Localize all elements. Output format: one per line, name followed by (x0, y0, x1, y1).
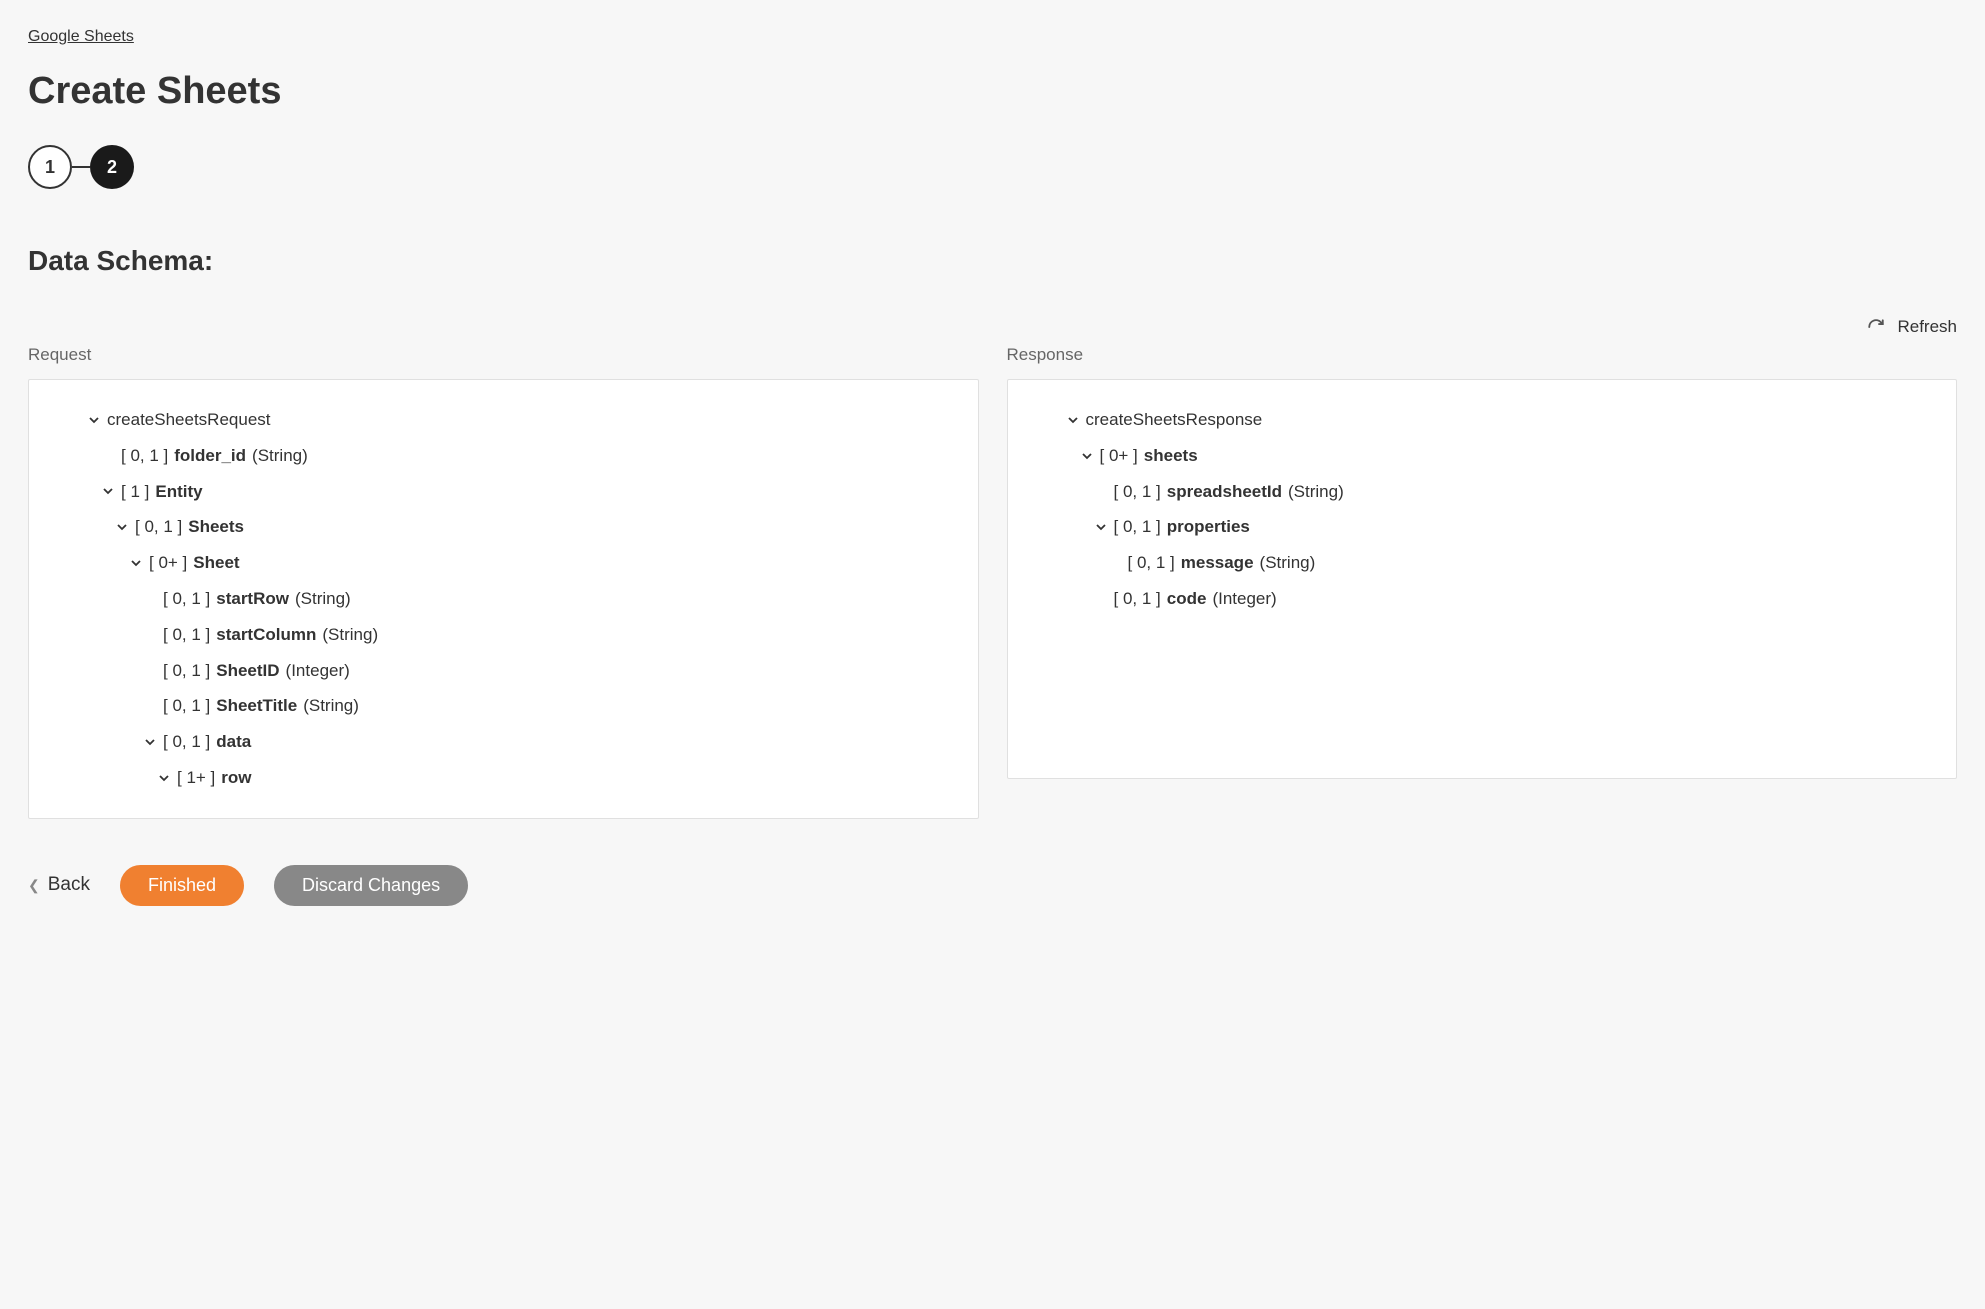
field-name: sheets (1144, 444, 1198, 468)
field-type: (String) (1260, 551, 1316, 575)
tree-node-leaf[interactable]: [ 0, 1 ] startRow (String) (49, 581, 958, 617)
chevron-down-icon[interactable] (115, 520, 129, 534)
refresh-icon (1867, 318, 1885, 336)
breadcrumb-link[interactable]: Google Sheets (28, 28, 134, 46)
tree-node-root[interactable]: createSheetsResponse (1028, 402, 1937, 438)
step-2[interactable]: 2 (90, 145, 134, 189)
finished-button[interactable]: Finished (120, 865, 244, 906)
tree-node-leaf[interactable]: [ 0, 1 ] SheetID (Integer) (49, 653, 958, 689)
chevron-down-icon[interactable] (87, 413, 101, 427)
chevron-down-icon[interactable] (129, 556, 143, 570)
cardinality: [ 0, 1 ] (163, 694, 210, 718)
field-name: spreadsheetId (1167, 480, 1282, 504)
field-name: properties (1167, 515, 1250, 539)
field-name: startRow (216, 587, 289, 611)
field-type: (String) (322, 623, 378, 647)
back-button[interactable]: ❮ Back (28, 874, 90, 896)
cardinality: [ 0+ ] (1100, 444, 1138, 468)
refresh-label: Refresh (1897, 317, 1957, 337)
page-title: Create Sheets (28, 70, 1957, 113)
chevron-down-icon[interactable] (1094, 520, 1108, 534)
field-name: message (1181, 551, 1254, 575)
field-type: (String) (252, 444, 308, 468)
chevron-down-icon[interactable] (1080, 449, 1094, 463)
chevron-left-icon: ❮ (28, 877, 40, 894)
request-panel: createSheetsRequest [ 0, 1 ] folder_id (… (28, 379, 979, 819)
stepper: 1 2 (28, 145, 1957, 189)
section-title: Data Schema: (28, 245, 1957, 277)
cardinality: [ 1 ] (121, 480, 149, 504)
cardinality: [ 0, 1 ] (135, 515, 182, 539)
chevron-down-icon[interactable] (1066, 413, 1080, 427)
cardinality: [ 0, 1 ] (163, 587, 210, 611)
request-label: Request (28, 345, 979, 365)
cardinality: [ 0, 1 ] (1114, 515, 1161, 539)
tree-node-label: createSheetsResponse (1086, 408, 1263, 432)
tree-node-leaf[interactable]: [ 0, 1 ] startColumn (String) (49, 617, 958, 653)
tree-node-leaf[interactable]: [ 0, 1 ] message (String) (1028, 545, 1937, 581)
refresh-button[interactable]: Refresh (1867, 317, 1957, 337)
field-name: SheetID (216, 659, 279, 683)
cardinality: [ 0, 1 ] (163, 623, 210, 647)
field-type: (String) (295, 587, 351, 611)
cardinality: [ 1+ ] (177, 766, 215, 790)
field-name: startColumn (216, 623, 316, 647)
tree-node-branch[interactable]: [ 0+ ] Sheet (49, 545, 958, 581)
field-name: Entity (155, 480, 202, 504)
cardinality: [ 0, 1 ] (1128, 551, 1175, 575)
chevron-down-icon[interactable] (143, 735, 157, 749)
step-connector (72, 166, 90, 168)
field-name: code (1167, 587, 1207, 611)
field-name: Sheet (193, 551, 239, 575)
chevron-down-icon[interactable] (101, 484, 115, 498)
tree-node-branch[interactable]: [ 0, 1 ] data (49, 724, 958, 760)
tree-node-branch[interactable]: [ 1 ] Entity (49, 474, 958, 510)
discard-changes-button[interactable]: Discard Changes (274, 865, 468, 906)
tree-node-root[interactable]: createSheetsRequest (49, 402, 958, 438)
step-1[interactable]: 1 (28, 145, 72, 189)
field-type: (String) (1288, 480, 1344, 504)
tree-node-leaf[interactable]: [ 0, 1 ] SheetTitle (String) (49, 688, 958, 724)
field-name: row (221, 766, 251, 790)
field-type: (Integer) (1212, 587, 1276, 611)
tree-node-branch[interactable]: [ 0, 1 ] properties (1028, 509, 1937, 545)
tree-node-branch[interactable]: [ 0, 1 ] Sheets (49, 509, 958, 545)
field-type: (Integer) (286, 659, 350, 683)
response-label: Response (1007, 345, 1958, 365)
tree-node-label: createSheetsRequest (107, 408, 271, 432)
tree-node-leaf[interactable]: [ 0, 1 ] spreadsheetId (String) (1028, 474, 1937, 510)
cardinality: [ 0, 1 ] (163, 730, 210, 754)
field-name: folder_id (174, 444, 246, 468)
cardinality: [ 0+ ] (149, 551, 187, 575)
cardinality: [ 0, 1 ] (1114, 480, 1161, 504)
field-type: (String) (303, 694, 359, 718)
tree-node-leaf[interactable]: [ 0, 1 ] folder_id (String) (49, 438, 958, 474)
cardinality: [ 0, 1 ] (1114, 587, 1161, 611)
field-name: Sheets (188, 515, 244, 539)
back-label: Back (48, 874, 90, 896)
tree-node-branch[interactable]: [ 0+ ] sheets (1028, 438, 1937, 474)
tree-node-branch[interactable]: [ 1+ ] row (49, 760, 958, 796)
field-name: SheetTitle (216, 694, 297, 718)
tree-node-leaf[interactable]: [ 0, 1 ] code (Integer) (1028, 581, 1937, 617)
field-name: data (216, 730, 251, 754)
response-panel: createSheetsResponse [ 0+ ] sheets [ 0, … (1007, 379, 1958, 779)
cardinality: [ 0, 1 ] (163, 659, 210, 683)
cardinality: [ 0, 1 ] (121, 444, 168, 468)
chevron-down-icon[interactable] (157, 771, 171, 785)
